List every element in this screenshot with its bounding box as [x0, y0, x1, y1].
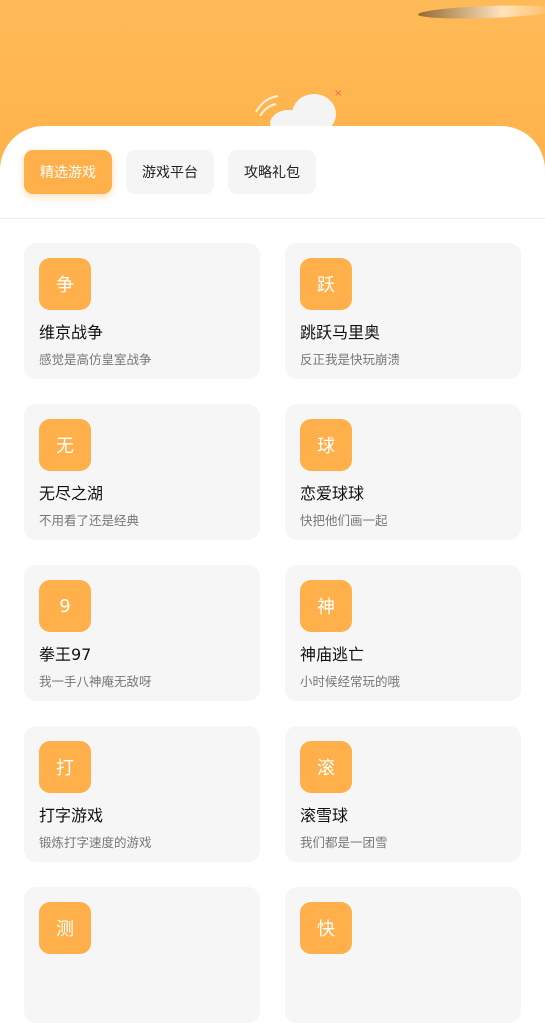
- tab-featured-games[interactable]: 精选游戏: [24, 150, 112, 194]
- game-icon: 滚: [300, 741, 352, 793]
- game-icon: 打: [39, 741, 91, 793]
- game-icon: 9: [39, 580, 91, 632]
- game-card[interactable]: 快: [285, 887, 521, 1023]
- game-icon: 神: [300, 580, 352, 632]
- game-title: 滚雪球: [300, 806, 349, 825]
- tab-guides-gifts[interactable]: 攻略礼包: [228, 150, 316, 194]
- game-card[interactable]: 跃 跳跃马里奥 反正我是快玩崩溃: [285, 243, 521, 379]
- game-grid: 争 维京战争 感觉是高仿皇室战争 跃 跳跃马里奥 反正我是快玩崩溃 无 无尽之湖…: [24, 243, 521, 1023]
- game-icon: 跃: [300, 258, 352, 310]
- game-icon: 争: [39, 258, 91, 310]
- game-title: 拳王97: [39, 645, 92, 664]
- game-icon: 测: [39, 902, 91, 954]
- svg-text:×: ×: [334, 88, 342, 99]
- game-title: 跳跃马里奥: [300, 323, 381, 342]
- category-tabs: 精选游戏 游戏平台 攻略礼包: [24, 150, 316, 194]
- game-description: 不用看了还是经典: [39, 513, 140, 528]
- game-description: 感觉是高仿皇室战争: [39, 352, 152, 367]
- game-icon: 无: [39, 419, 91, 471]
- game-card[interactable]: 球 恋爱球球 快把他们画一起: [285, 404, 521, 540]
- game-card[interactable]: 测: [24, 887, 260, 1023]
- game-card[interactable]: 滚 滚雪球 我们都是一团雪: [285, 726, 521, 862]
- game-description: 我们都是一团雪: [300, 835, 388, 850]
- game-card[interactable]: 打 打字游戏 锻炼打字速度的游戏: [24, 726, 260, 862]
- game-title: 无尽之湖: [39, 484, 104, 503]
- game-icon: 球: [300, 419, 352, 471]
- game-description: 小时候经常玩的哦: [300, 674, 401, 689]
- game-description: 锻炼打字速度的游戏: [39, 835, 152, 850]
- banner-decoration: [417, 3, 545, 21]
- game-title: 打字游戏: [39, 806, 104, 825]
- game-card[interactable]: 9 拳王97 我一手八神庵无敌呀: [24, 565, 260, 701]
- game-description: 我一手八神庵无敌呀: [39, 674, 152, 689]
- game-description: 反正我是快玩崩溃: [300, 352, 401, 367]
- divider: [0, 218, 545, 219]
- game-icon: 快: [300, 902, 352, 954]
- game-title: 神庙逃亡: [300, 645, 365, 664]
- game-card[interactable]: 争 维京战争 感觉是高仿皇室战争: [24, 243, 260, 379]
- game-card[interactable]: 神 神庙逃亡 小时候经常玩的哦: [285, 565, 521, 701]
- game-card[interactable]: 无 无尽之湖 不用看了还是经典: [24, 404, 260, 540]
- tab-game-platform[interactable]: 游戏平台: [126, 150, 214, 194]
- game-title: 维京战争: [39, 323, 104, 342]
- game-description: 快把他们画一起: [300, 513, 388, 528]
- game-title: 恋爱球球: [300, 484, 365, 503]
